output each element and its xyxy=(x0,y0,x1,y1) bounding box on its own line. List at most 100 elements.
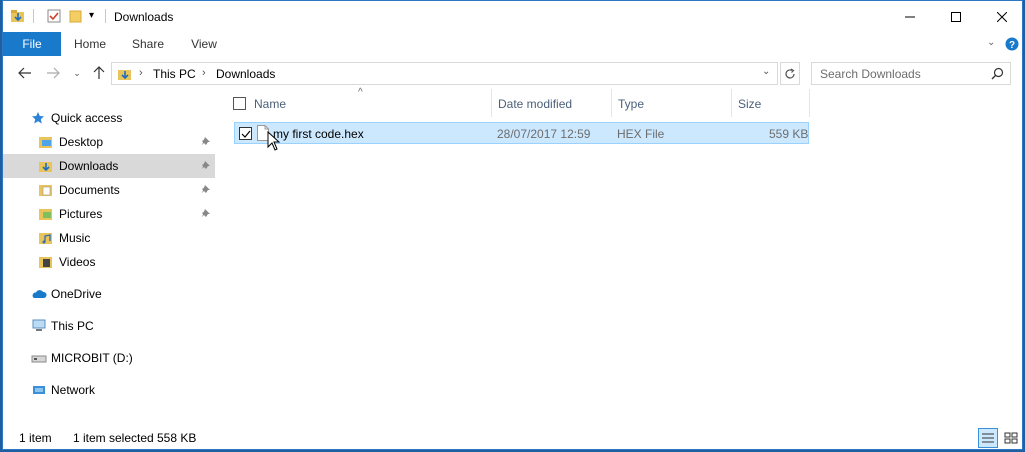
up-arrow-icon xyxy=(93,66,105,79)
status-selected: 1 item selected xyxy=(73,431,154,445)
pin-icon[interactable] xyxy=(201,184,211,197)
search-box[interactable]: Search Downloads xyxy=(811,62,1011,85)
refresh-icon xyxy=(785,67,795,79)
file-date: 28/07/2017 12:59 xyxy=(497,127,591,141)
nav-item-downloads[interactable]: Downloads xyxy=(3,154,215,178)
details-view-button[interactable] xyxy=(978,428,998,448)
nav-label: Videos xyxy=(59,255,96,269)
status-bar: 1 item 1 item selected 558 KB xyxy=(3,427,1022,449)
nav-label: Desktop xyxy=(59,135,104,149)
breadcrumb-downloads[interactable]: Downloads xyxy=(216,67,275,81)
column-label: Date modified xyxy=(498,97,573,111)
pin-icon[interactable] xyxy=(201,208,211,221)
column-label: Size xyxy=(738,97,762,111)
customize-toolbar-icon[interactable]: ▾ xyxy=(89,10,103,24)
breadcrumb-this-pc[interactable]: This PC xyxy=(153,67,196,81)
drive-icon xyxy=(31,351,47,365)
svg-text:?: ? xyxy=(1009,40,1015,51)
search-input[interactable]: Search Downloads xyxy=(820,67,921,81)
address-row: ⌄ › This PC › Downloads ⌄ Search Downloa… xyxy=(3,60,1022,86)
file-list: Name ^ Date modified Type Size my first … xyxy=(230,87,1022,429)
tab-view[interactable]: View xyxy=(179,32,229,56)
downloads-folder-icon xyxy=(39,159,53,173)
window-title: Downloads xyxy=(114,10,174,24)
nav-item-documents[interactable]: Documents xyxy=(3,178,215,202)
nav-label: Music xyxy=(59,231,91,245)
ribbon: File Home Share View ⌄ ? xyxy=(3,32,1022,56)
row-checkbox[interactable] xyxy=(239,127,252,140)
maximize-button[interactable] xyxy=(933,1,979,32)
explorer-window: ▾ Downloads File Home Share View ⌄ ? ⌄ ›… xyxy=(2,0,1023,450)
pin-icon[interactable] xyxy=(201,136,211,149)
title-separator-2 xyxy=(105,9,106,23)
cloud-icon xyxy=(31,287,47,301)
computer-icon xyxy=(31,319,46,333)
maximize-icon xyxy=(951,11,961,22)
refresh-button[interactable] xyxy=(780,62,800,85)
large-icons-view-button[interactable] xyxy=(1001,428,1021,448)
title-bar: ▾ Downloads xyxy=(3,1,1022,32)
forward-arrow-icon xyxy=(47,67,60,79)
pin-icon[interactable] xyxy=(201,160,211,173)
nav-label-quick-access: Quick access xyxy=(51,111,123,125)
minimize-button[interactable] xyxy=(887,1,933,32)
nav-label-onedrive: OneDrive xyxy=(51,287,102,301)
column-header-size[interactable]: Size xyxy=(732,89,810,117)
title-separator xyxy=(33,9,34,23)
nav-label: Documents xyxy=(59,183,120,197)
file-type: HEX File xyxy=(617,127,665,141)
tab-share[interactable]: Share xyxy=(121,32,175,56)
pictures-folder-icon xyxy=(39,207,53,221)
videos-folder-icon xyxy=(39,255,53,269)
new-folder-icon[interactable] xyxy=(69,9,83,23)
column-header-name[interactable]: Name ^ xyxy=(230,87,492,117)
column-label: Type xyxy=(618,97,645,111)
large-icons-view-icon xyxy=(1004,432,1018,444)
back-arrow-icon xyxy=(18,67,31,79)
nav-item-videos[interactable]: Videos xyxy=(3,250,215,274)
tab-home[interactable]: Home xyxy=(63,32,117,56)
folder-download-icon xyxy=(11,9,25,23)
forward-button[interactable] xyxy=(43,63,63,83)
status-item-count: 1 item xyxy=(19,431,52,445)
search-icon[interactable] xyxy=(991,67,1004,83)
address-dropdown-icon[interactable]: ⌄ xyxy=(762,66,770,77)
breadcrumb-separator[interactable]: › xyxy=(139,67,143,79)
details-view-icon xyxy=(982,433,994,443)
nav-label-network: Network xyxy=(51,383,96,397)
minimize-icon xyxy=(905,16,915,17)
column-header-date[interactable]: Date modified xyxy=(492,89,612,117)
select-all-checkbox[interactable] xyxy=(233,97,246,110)
nav-quick-access[interactable]: Quick access xyxy=(3,106,215,130)
column-header-type[interactable]: Type xyxy=(612,89,732,117)
file-row[interactable]: my first code.hex 28/07/2017 12:59 HEX F… xyxy=(234,122,809,144)
up-button[interactable] xyxy=(89,63,109,83)
documents-folder-icon xyxy=(39,183,53,197)
nav-network[interactable]: Network xyxy=(3,378,215,402)
nav-label-this-pc: This PC xyxy=(51,319,94,333)
back-button[interactable] xyxy=(15,63,35,83)
nav-this-pc[interactable]: This PC xyxy=(3,314,215,338)
help-icon[interactable]: ? xyxy=(1005,37,1019,54)
nav-label: Downloads xyxy=(59,159,119,173)
address-bar[interactable]: › This PC › Downloads ⌄ xyxy=(111,62,778,85)
file-name[interactable]: my first code.hex xyxy=(273,127,364,141)
breadcrumb-separator-2[interactable]: › xyxy=(202,67,206,79)
nav-item-pictures[interactable]: Pictures xyxy=(3,202,215,226)
recent-locations-button[interactable]: ⌄ xyxy=(67,63,87,83)
desktop-folder-icon xyxy=(39,135,53,149)
expand-ribbon-icon[interactable]: ⌄ xyxy=(987,37,995,48)
navigation-pane: Quick access Desktop Downloads Documents… xyxy=(3,96,215,426)
nav-onedrive[interactable]: OneDrive xyxy=(3,282,215,306)
nav-microbit-drive[interactable]: MICROBIT (D:) xyxy=(3,346,215,370)
close-button[interactable] xyxy=(979,1,1022,32)
tab-file[interactable]: File xyxy=(3,32,61,56)
star-icon xyxy=(31,111,45,125)
checkmark-icon xyxy=(241,130,250,138)
close-icon xyxy=(997,11,1007,22)
properties-icon[interactable] xyxy=(47,9,61,23)
file-size: 559 KB xyxy=(769,127,809,141)
mouse-cursor-icon xyxy=(267,130,281,154)
nav-item-desktop[interactable]: Desktop xyxy=(3,130,215,154)
nav-item-music[interactable]: Music xyxy=(3,226,215,250)
